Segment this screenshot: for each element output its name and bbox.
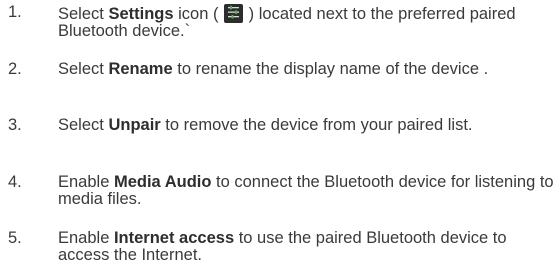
step-keyword-unpair: Unpair: [108, 116, 161, 134]
step-number: 3.: [8, 116, 22, 134]
step-text-lead: Enable: [58, 229, 114, 247]
step-text-tail: to rename the display name of the device…: [172, 60, 489, 78]
step-keyword-internet-access: Internet access: [113, 229, 235, 247]
step-number: 1.: [8, 3, 22, 21]
step-keyword-media-audio: Media Audio: [113, 173, 212, 191]
step-number: 5.: [8, 229, 22, 247]
step-text-lead: Select: [58, 5, 109, 23]
step-number: 4.: [8, 173, 22, 191]
step-text-lead: Select: [58, 60, 109, 78]
instruction-document: 1. Select Settings icon ( ) located next…: [0, 0, 559, 269]
step-keyword-rename: Rename: [108, 60, 173, 78]
step-text: Select Rename to rename the display name…: [58, 61, 556, 78]
step-keyword-settings: Settings: [108, 5, 174, 23]
step-text: Enable Internet access to use the paired…: [58, 230, 556, 264]
step-text-lead: Enable: [58, 173, 114, 191]
step-text-middle: icon (: [173, 5, 224, 23]
step-number: 2.: [8, 60, 22, 78]
step-text: Select Unpair to remove the device from …: [58, 117, 556, 134]
step-text: Enable Media Audio to connect the Blueto…: [58, 174, 556, 208]
step-text-tail: to remove the device from your paired li…: [160, 116, 473, 134]
settings-sliders-icon: [224, 4, 244, 23]
step-text: Select Settings icon ( ) located next to…: [58, 4, 556, 40]
step-text-lead: Select: [58, 116, 109, 134]
